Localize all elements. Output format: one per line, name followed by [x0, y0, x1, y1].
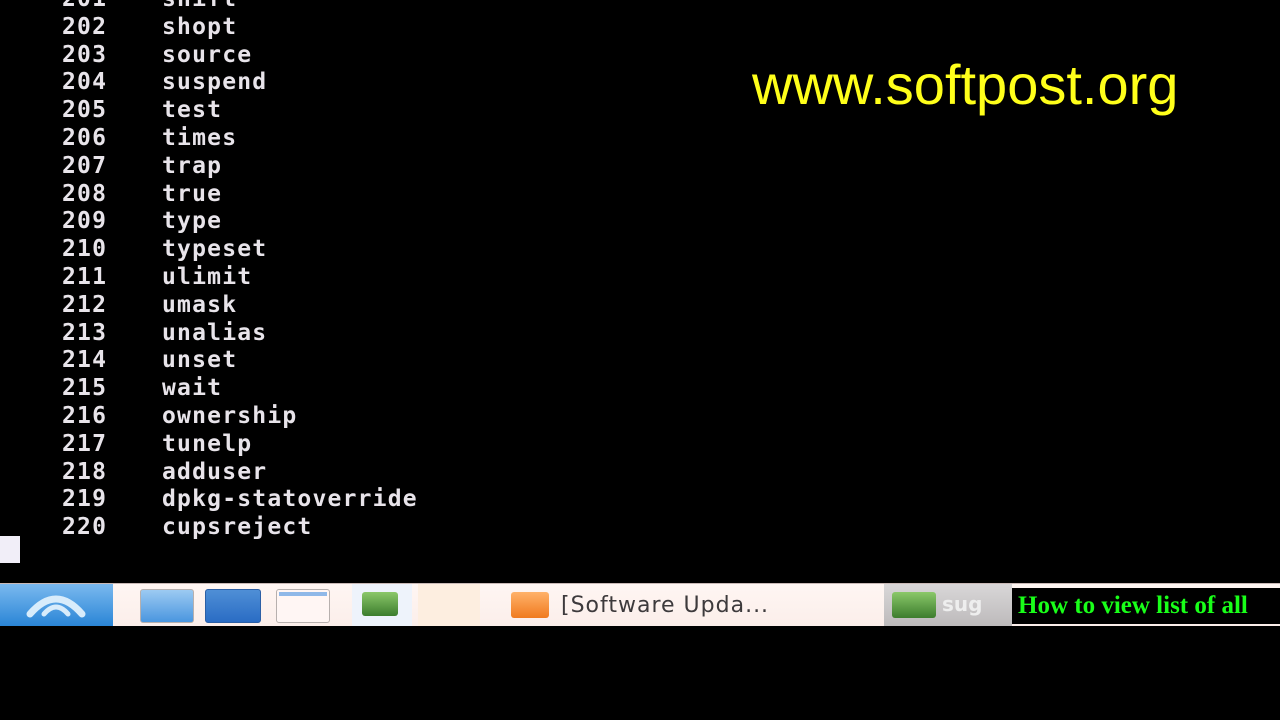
terminal-line: 218 adduser	[62, 459, 418, 487]
terminal-line: 206 times	[62, 125, 418, 153]
history-number: 216	[62, 402, 108, 429]
history-number: 201	[62, 0, 162, 14]
terminal-output: 201shift202shopt203source204suspend205te…	[62, 0, 418, 542]
history-command: type	[162, 208, 223, 235]
history-number: 202	[62, 13, 108, 40]
history-number: 207	[62, 152, 108, 179]
history-number: 211	[62, 263, 108, 290]
history-number: 220	[62, 514, 108, 541]
terminal-line: 215 wait	[62, 375, 418, 403]
task-terminal[interactable]: sug	[884, 584, 1012, 626]
terminal-line: 219 dpkg-statoverride	[62, 486, 418, 514]
history-command: true	[162, 180, 223, 207]
watermark: www.softpost.org	[752, 53, 1179, 116]
history-command: test	[162, 97, 223, 124]
terminal-line: 211 ulimit	[62, 264, 418, 292]
history-number: 203	[62, 41, 108, 68]
start-menu-button[interactable]	[0, 584, 113, 626]
terminal-icon	[892, 592, 936, 618]
terminal-line: 213 unalias	[62, 320, 418, 348]
history-number: 209	[62, 208, 108, 235]
history-number: 218	[62, 458, 108, 485]
ticker-text: How to view list of all	[1018, 592, 1248, 619]
history-command: cupsreject	[162, 514, 313, 541]
terminal-line: 202 shopt	[62, 14, 418, 42]
terminal-line: 210 typeset	[62, 236, 418, 264]
history-command: unset	[162, 347, 238, 374]
task-software-update[interactable]: [Software Upda...	[505, 584, 875, 626]
history-command: ulimit	[162, 263, 253, 290]
history-number: 208	[62, 180, 108, 207]
history-command: typeset	[162, 236, 268, 263]
history-number: 206	[62, 124, 108, 151]
history-number: 204	[62, 69, 108, 96]
window-button[interactable]	[276, 589, 330, 623]
terminal-window[interactable]: 201shift202shopt203source204suspend205te…	[0, 0, 1280, 580]
show-desktop-button[interactable]	[140, 589, 194, 623]
history-number: 210	[62, 236, 108, 263]
task-label: sug	[942, 592, 983, 616]
terminal-launcher[interactable]	[352, 584, 412, 626]
history-command: times	[162, 124, 238, 151]
task-label: [Software Upda...	[561, 592, 770, 618]
terminal-icon	[362, 592, 398, 616]
history-number: 217	[62, 430, 108, 457]
history-command: unalias	[162, 319, 268, 346]
history-command: wait	[162, 375, 223, 402]
history-number: 205	[62, 97, 108, 124]
start-menu-icon	[26, 595, 86, 618]
history-command: source	[162, 41, 253, 68]
history-number: 219	[62, 486, 108, 513]
terminal-line: 205 test	[62, 97, 418, 125]
history-command: dpkg-statoverride	[162, 486, 418, 513]
history-command: adduser	[162, 458, 268, 485]
terminal-line: 208 true	[62, 181, 418, 209]
history-command: shopt	[162, 13, 238, 40]
terminal-line: 203 source	[62, 42, 418, 70]
history-number: 215	[62, 375, 108, 402]
history-number: 214	[62, 347, 108, 374]
terminal-line: 217 tunelp	[62, 431, 418, 459]
history-number: 212	[62, 291, 108, 318]
terminal-cursor	[0, 536, 20, 563]
terminal-line: 209 type	[62, 208, 418, 236]
terminal-line: 212 umask	[62, 292, 418, 320]
video-title-ticker: How to view list of all	[1012, 588, 1280, 624]
history-command: shift	[162, 0, 237, 14]
software-update-icon	[511, 592, 549, 618]
terminal-line: 214 unset	[62, 347, 418, 375]
history-command: ownership	[162, 402, 298, 429]
history-command: tunelp	[162, 430, 253, 457]
terminal-line: 220 cupsreject	[62, 514, 418, 542]
history-command: trap	[162, 152, 223, 179]
terminal-line: 201shift	[62, 0, 418, 14]
file-manager-button[interactable]	[205, 589, 261, 623]
history-command: suspend	[162, 69, 268, 96]
terminal-line: 216 ownership	[62, 403, 418, 431]
terminal-line: 204 suspend	[62, 69, 418, 97]
history-command: umask	[162, 291, 238, 318]
terminal-line: 207 trap	[62, 153, 418, 181]
empty-task-slot[interactable]	[418, 584, 480, 626]
history-number: 213	[62, 319, 108, 346]
